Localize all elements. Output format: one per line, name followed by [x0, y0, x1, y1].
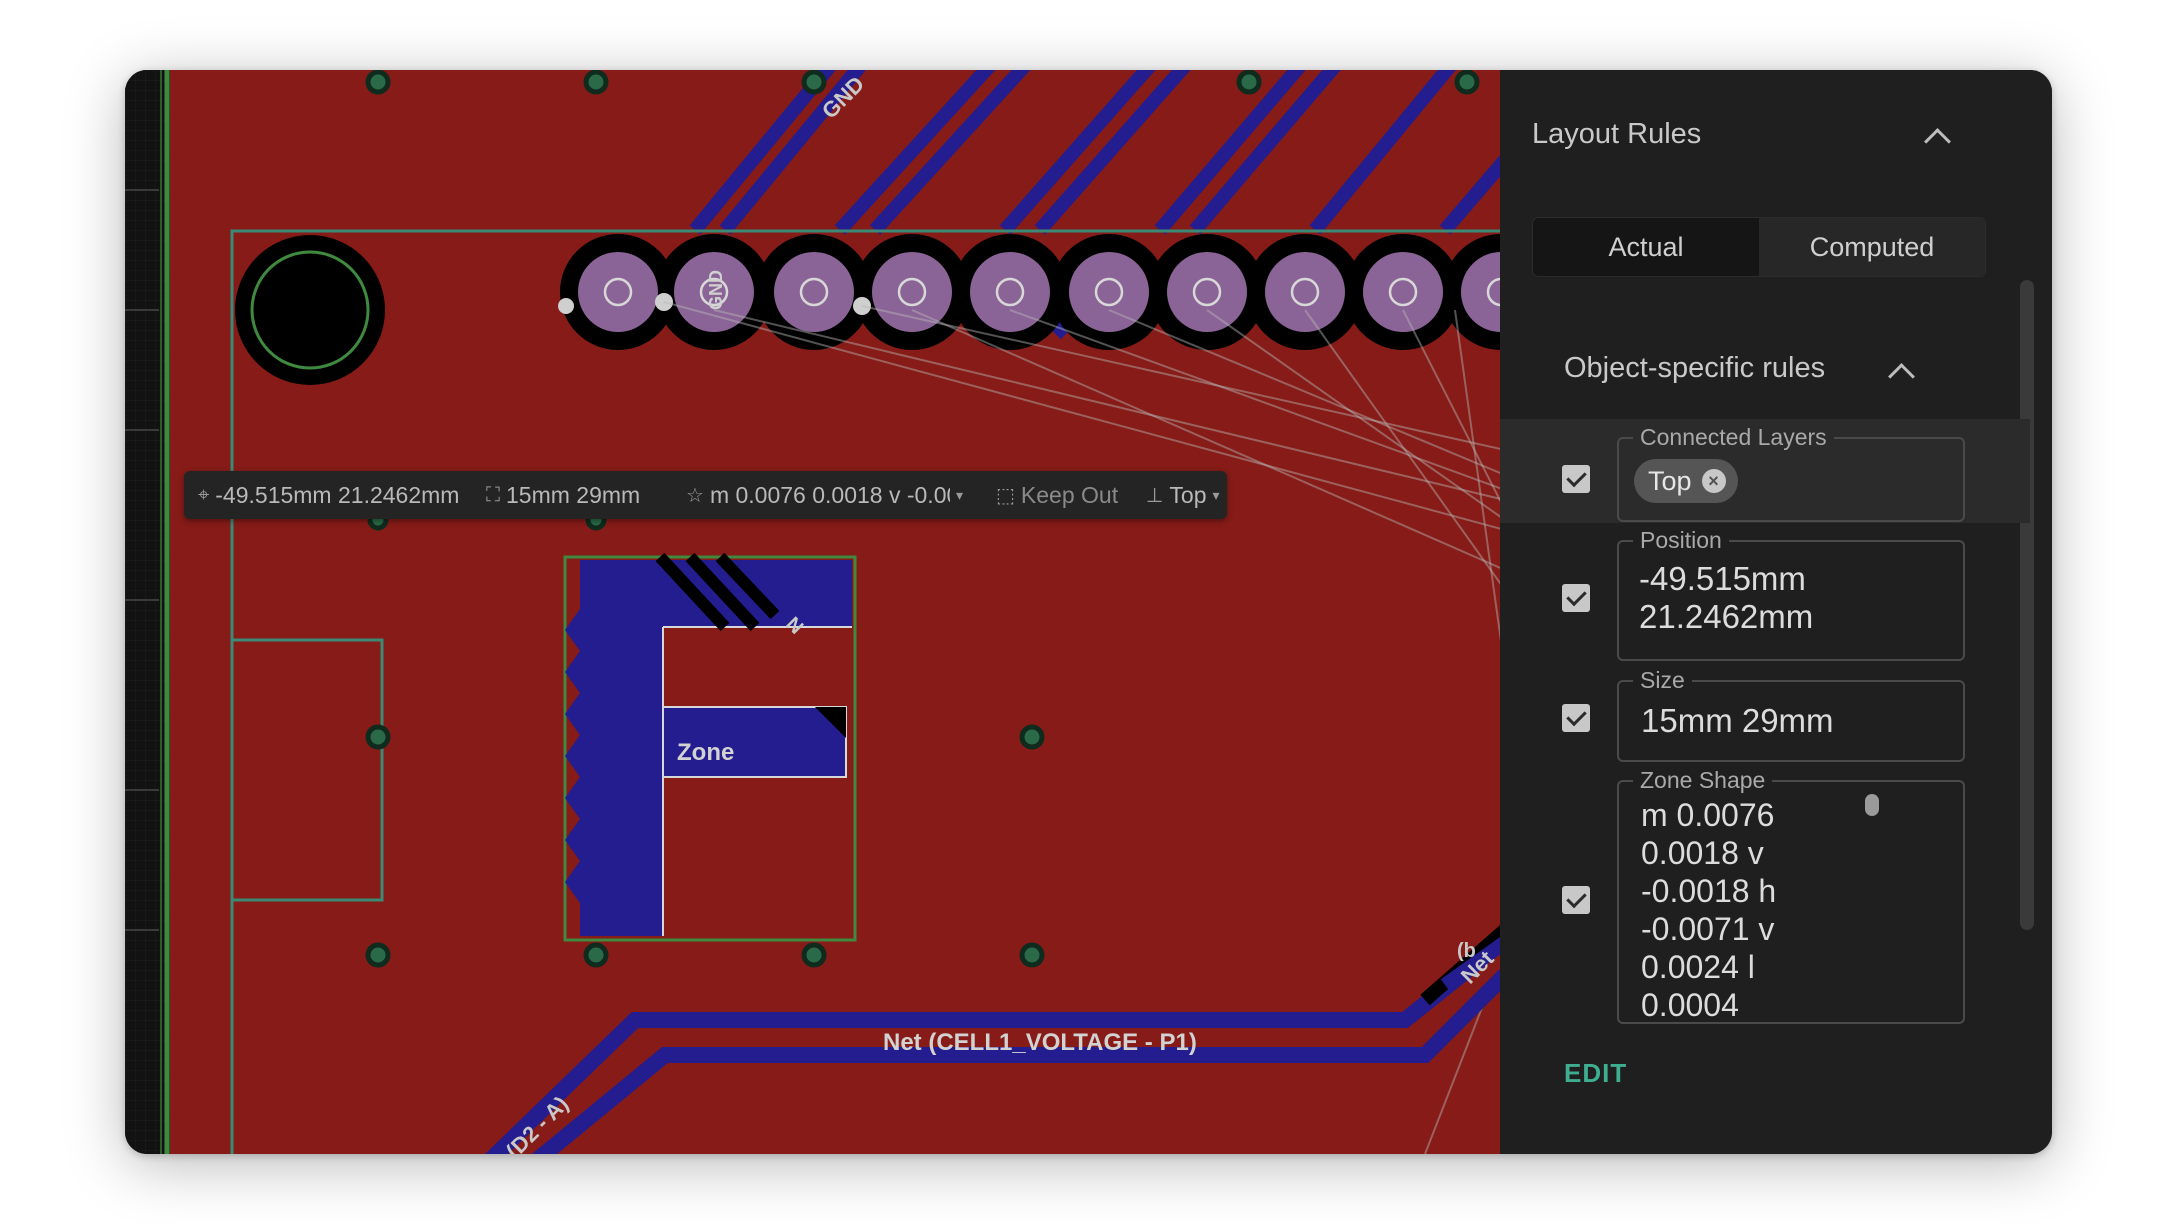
position-checkbox[interactable] — [1562, 584, 1590, 612]
pcb-board[interactable]: GND GND N Zone Net (CELL1_VOLTAGE - P1) … — [125, 70, 1500, 1154]
panel-scrollbar[interactable] — [2020, 280, 2034, 930]
zone-shape-scrollbar[interactable] — [1865, 794, 1879, 816]
star-icon: ☆ — [686, 484, 704, 507]
position-label: Position — [1633, 526, 1729, 554]
toolbar-size[interactable]: ⛶ 15mm 29mm — [468, 482, 676, 509]
pad-gnd-label: GND — [706, 270, 726, 310]
app-window: GND GND N Zone Net (CELL1_VOLTAGE - P1) … — [125, 70, 2052, 1154]
edit-button[interactable]: EDIT — [1564, 1058, 1627, 1089]
zone-shape-field[interactable]: Zone Shape m 0.0076 0.0018 v -0.0018 h -… — [1617, 766, 1965, 1024]
position-value-x: -49.515mm — [1639, 560, 1806, 597]
zone-shape-label: Zone Shape — [1633, 766, 1773, 794]
tab-actual[interactable]: Actual — [1533, 218, 1759, 276]
chevron-up-icon[interactable] — [1924, 128, 1951, 155]
size-checkbox[interactable] — [1562, 704, 1590, 732]
layout-rules-panel: Layout Rules Actual Computed Object-spec… — [1500, 70, 2052, 1154]
pcb-canvas[interactable]: GND GND N Zone Net (CELL1_VOLTAGE - P1) … — [125, 70, 1500, 1154]
zone-shape-line: 0.0018 v — [1641, 835, 1764, 871]
size-label: Size — [1633, 666, 1692, 694]
toolbar-size-value: 15mm 29mm — [506, 481, 641, 508]
chevron-down-icon[interactable]: ▾ — [956, 487, 963, 504]
panel-title: Layout Rules — [1532, 118, 1702, 150]
connected-layers-label: Connected Layers — [1633, 423, 1834, 451]
toolbar-keep-out[interactable]: ⬚ Keep Out — [986, 482, 1136, 509]
position-field[interactable]: Position -49.515mm 21.2462mm — [1617, 526, 1965, 661]
size-field[interactable]: Size 15mm 29mm — [1617, 666, 1965, 762]
zone-shape-line: -0.0071 v — [1641, 911, 1775, 947]
zone-shape-line: 0.0024 l — [1641, 949, 1755, 985]
toolbar-shape[interactable]: ☆ m 0.0076 0.0018 v -0.0018 ▾ — [676, 482, 986, 509]
toolbar-position-value: -49.515mm 21.2462mm — [215, 481, 460, 508]
zone-shape-checkbox[interactable] — [1562, 886, 1590, 914]
toolbar-keep-out-label: Keep Out — [1020, 481, 1119, 508]
toolbar-layer[interactable]: ⊥ Top ▾ — [1136, 482, 1220, 509]
chip-close-icon[interactable]: × — [1701, 469, 1726, 493]
chevron-down-icon[interactable]: ▾ — [1213, 487, 1220, 504]
net-right-b-label: (b — [1457, 940, 1476, 962]
crosshair-icon: ⌖ — [198, 483, 210, 506]
toolbar-shape-value: m 0.0076 0.0018 v -0.0018 — [709, 481, 950, 508]
keep-out-icon: ⬚ — [996, 484, 1015, 507]
zone-shape-line: -0.0018 h — [1641, 873, 1777, 909]
toolbar-layer-value: Top — [1169, 481, 1207, 508]
chevron-up-icon[interactable] — [1888, 363, 1915, 390]
layer-icon: ⊥ — [1146, 484, 1164, 507]
section-title: Object-specific rules — [1564, 352, 1826, 384]
property-toolbar: ⌖ -49.515mm 21.2462mm ⛶ 15mm 29mm ☆ m 0.… — [184, 471, 1227, 519]
net-cell1-label: Net (CELL1_VOLTAGE - P1) — [883, 1029, 1197, 1056]
size-value: 15mm 29mm — [1641, 702, 1834, 739]
layer-chip-label: Top — [1648, 465, 1692, 496]
zone-shape-line: 0.0004 — [1641, 987, 1739, 1021]
layer-chip[interactable]: Top × — [1634, 459, 1738, 503]
connected-layers-field[interactable]: Connected Layers Top × — [1617, 423, 1965, 522]
toolbar-position[interactable]: ⌖ -49.515mm 21.2462mm — [184, 482, 468, 509]
rules-tab-group: Actual Computed — [1532, 217, 1986, 277]
zone-shape-text[interactable]: m 0.0076 0.0018 v -0.0018 h -0.0071 v 0.… — [1641, 796, 1901, 1021]
zone-label: Zone — [677, 739, 734, 766]
resize-icon: ⛶ — [486, 483, 500, 506]
position-value-y: 21.2462mm — [1639, 598, 1814, 635]
zone-shape-line: m 0.0076 — [1641, 797, 1775, 833]
tab-computed[interactable]: Computed — [1759, 218, 1985, 276]
connected-layers-checkbox[interactable] — [1562, 465, 1590, 493]
